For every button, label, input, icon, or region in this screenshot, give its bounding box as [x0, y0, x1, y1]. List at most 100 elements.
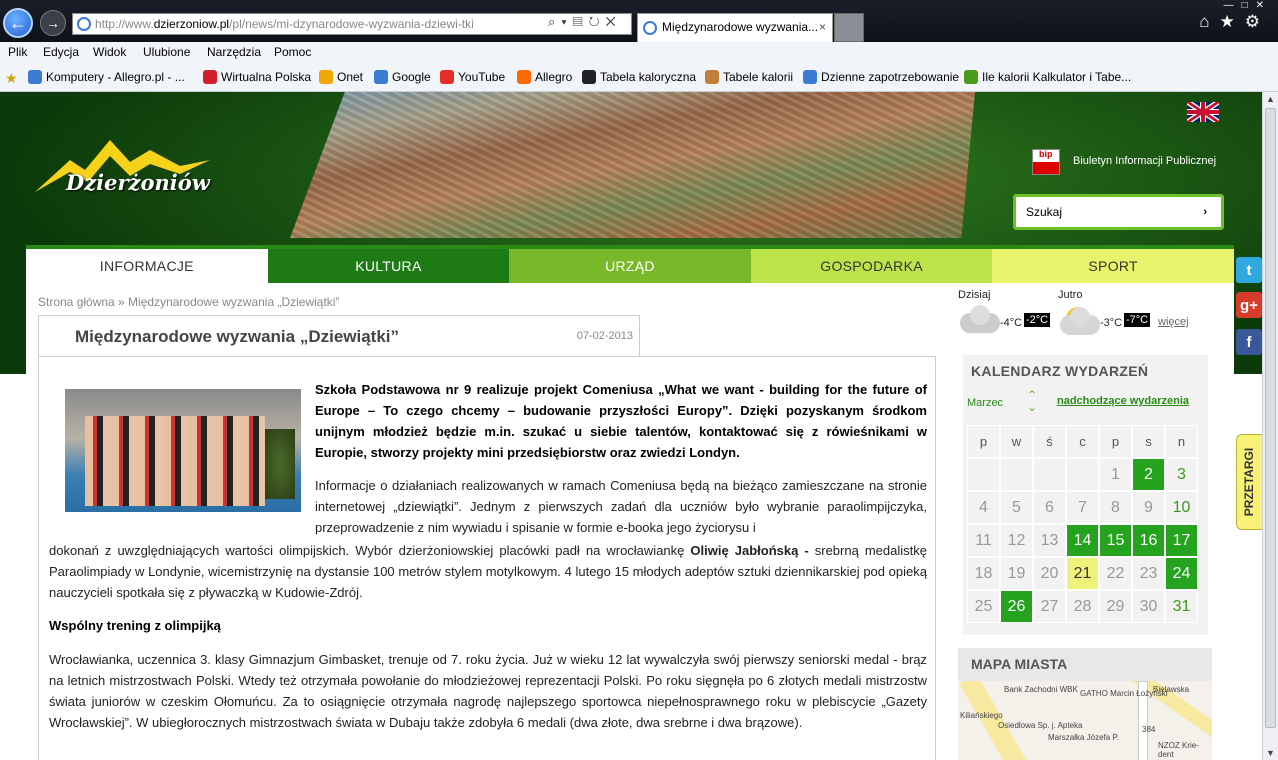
favorite-link[interactable]: YouTube — [440, 70, 505, 84]
menu-item-tools[interactable]: Narzędzia — [207, 45, 261, 59]
nav-tab-urzad[interactable]: URZĄD — [509, 249, 751, 283]
scroll-up-icon[interactable]: ▲ — [1266, 94, 1275, 104]
calendar-day[interactable]: 27 — [1033, 590, 1066, 623]
favorite-link[interactable]: Onet — [319, 70, 363, 84]
nav-tab-gospodarka[interactable]: GOSPODARKA — [750, 249, 993, 283]
weather-more-link[interactable]: więcej — [1158, 316, 1189, 328]
menu-item-edit[interactable]: Edycja — [43, 45, 79, 59]
calendar-day[interactable]: 21 — [1066, 557, 1099, 590]
close-window-icon[interactable]: ✕ — [1256, 0, 1272, 11]
add-favorite-star-icon[interactable]: ★ — [5, 70, 18, 87]
favorite-link[interactable]: Wirtualna Polska — [203, 70, 311, 84]
calendar-day[interactable]: 18 — [967, 557, 1000, 590]
favorite-link[interactable]: Allegro — [517, 70, 572, 84]
calendar-day[interactable]: 31 — [1165, 590, 1198, 623]
search-box[interactable]: Szukaj › — [1013, 194, 1224, 230]
scroll-down-icon[interactable]: ▼ — [1266, 748, 1275, 758]
ie-page-icon — [77, 17, 91, 31]
calendar-day[interactable]: 2 — [1132, 458, 1165, 491]
weather-tomorrow-label: Jutro — [1058, 289, 1083, 301]
menu-item-favorites[interactable]: Ulubione — [143, 45, 190, 59]
calendar-day[interactable]: 28 — [1066, 590, 1099, 623]
scroll-thumb[interactable] — [1265, 108, 1276, 728]
calendar-day[interactable]: 26 — [1000, 590, 1033, 623]
favorite-link[interactable]: Ile kalorii Kalkulator i Tabe... — [964, 70, 1131, 84]
browser-tools[interactable]: ⌂★⚙ — [1199, 12, 1270, 32]
calendar-day[interactable]: 20 — [1033, 557, 1066, 590]
search-icon[interactable]: ⌕ — [548, 14, 561, 29]
calendar-day[interactable]: 10 — [1165, 491, 1198, 524]
favorite-link[interactable]: Tabela kaloryczna — [582, 70, 696, 84]
calendar-day[interactable]: 19 — [1000, 557, 1033, 590]
site-logo-text[interactable]: Dzierżoniów — [66, 170, 210, 195]
article-body: Szkoła Podstawowa nr 9 realizuje projekt… — [38, 356, 936, 760]
back-button[interactable]: ← — [3, 8, 33, 38]
calendar-day[interactable]: 9 — [1132, 491, 1165, 524]
nav-tab-sport[interactable]: SPORT — [992, 249, 1234, 283]
upcoming-events-link[interactable]: nadchodzące wydarzenia — [1057, 395, 1189, 407]
maximize-icon[interactable]: □ — [1242, 0, 1256, 11]
facebook-icon[interactable]: f — [1236, 329, 1262, 355]
gear-icon[interactable]: ⚙ — [1245, 12, 1270, 31]
bip-link[interactable]: Biuletyn Informacji Publicznej — [1073, 155, 1216, 167]
article-photo[interactable] — [65, 389, 301, 512]
weekday-header: n — [1165, 425, 1198, 458]
tenders-tab[interactable]: PRZETARGI — [1236, 434, 1262, 530]
search-go-icon[interactable]: › — [1203, 197, 1207, 227]
forward-button[interactable]: → — [40, 10, 66, 36]
google-plus-icon[interactable]: g+ — [1236, 292, 1262, 318]
favorites-star-icon[interactable]: ★ — [1220, 12, 1245, 31]
favorite-link[interactable]: Tabele kalorii — [705, 70, 793, 84]
city-map[interactable]: Bank Zachodni WBK GATHO Marcin Łożyński … — [958, 681, 1212, 760]
calendar-day[interactable]: 24 — [1165, 557, 1198, 590]
favorite-icon — [319, 70, 333, 84]
calendar-day[interactable]: 25 — [967, 590, 1000, 623]
uk-flag-icon[interactable] — [1187, 102, 1219, 122]
today-temp-max: -2°C — [1024, 313, 1051, 327]
calendar-day[interactable]: 5 — [1000, 491, 1033, 524]
nav-tab-informacje[interactable]: INFORMACJE — [26, 249, 268, 283]
calendar-day[interactable]: 12 — [1000, 524, 1033, 557]
menu-item-help[interactable]: Pomoc — [274, 45, 311, 59]
calendar-day[interactable]: 17 — [1165, 524, 1198, 557]
minimize-icon[interactable]: — — [1224, 0, 1242, 11]
refresh-icon[interactable]: ↻ — [589, 14, 606, 29]
calendar-day[interactable]: 8 — [1099, 491, 1132, 524]
paragraph-text: dokonań z uwzględniających wartości olim… — [49, 543, 691, 558]
twitter-icon[interactable]: t — [1236, 257, 1262, 283]
new-tab-button[interactable] — [834, 13, 864, 42]
menu-item-view[interactable]: Widok — [93, 45, 126, 59]
bip-logo-icon[interactable]: bip — [1032, 149, 1060, 175]
dropdown-icon[interactable]: ▾ — [561, 14, 572, 29]
compat-icon[interactable]: ▤ — [573, 14, 589, 29]
month-switch-arrows-icon[interactable]: ⌃ ⌄ — [1027, 389, 1037, 413]
window-controls[interactable]: —□✕ — [1224, 0, 1272, 11]
calendar-day[interactable]: 30 — [1132, 590, 1165, 623]
calendar-grid: p w ś c p s n 1 2 3 4 5 6 7 8 9 10 11 12 13 14 15 16 17 18 19 20 21… — [967, 425, 1202, 623]
calendar-day[interactable]: 6 — [1033, 491, 1066, 524]
calendar-day[interactable]: 22 — [1099, 557, 1132, 590]
menu-item-file[interactable]: Plik — [8, 45, 27, 59]
calendar-day[interactable]: 13 — [1033, 524, 1066, 557]
home-icon[interactable]: ⌂ — [1199, 12, 1219, 31]
nav-tab-kultura[interactable]: KULTURA — [267, 249, 510, 283]
calendar-day[interactable]: 11 — [967, 524, 1000, 557]
calendar-day[interactable]: 4 — [967, 491, 1000, 524]
favorite-link[interactable]: Google — [374, 70, 431, 84]
browser-tab-active[interactable]: Międzynarodowe wyzwania... × — [637, 13, 833, 42]
calendar-day[interactable]: 29 — [1099, 590, 1132, 623]
calendar-day[interactable]: 14 — [1066, 524, 1099, 557]
breadcrumb[interactable]: Strona główna » Międzynarodowe wyzwania … — [38, 295, 339, 309]
calendar-day[interactable]: 16 — [1132, 524, 1165, 557]
favorite-link[interactable]: Dzienne zapotrzebowanie — [803, 70, 959, 84]
calendar-day[interactable]: 23 — [1132, 557, 1165, 590]
calendar-day[interactable]: 7 — [1066, 491, 1099, 524]
favorite-link[interactable]: Komputery - Allegro.pl - ... — [28, 70, 185, 84]
calendar-day[interactable]: 1 — [1099, 458, 1132, 491]
page-scrollbar[interactable]: ▲ ▼ — [1262, 92, 1278, 760]
stop-icon[interactable]: ✕ — [606, 14, 622, 29]
address-tools[interactable]: ⌕▾▤↻✕ — [548, 14, 622, 30]
tab-close-icon[interactable]: × — [819, 14, 826, 41]
calendar-day[interactable]: 3 — [1165, 458, 1198, 491]
calendar-day[interactable]: 15 — [1099, 524, 1132, 557]
